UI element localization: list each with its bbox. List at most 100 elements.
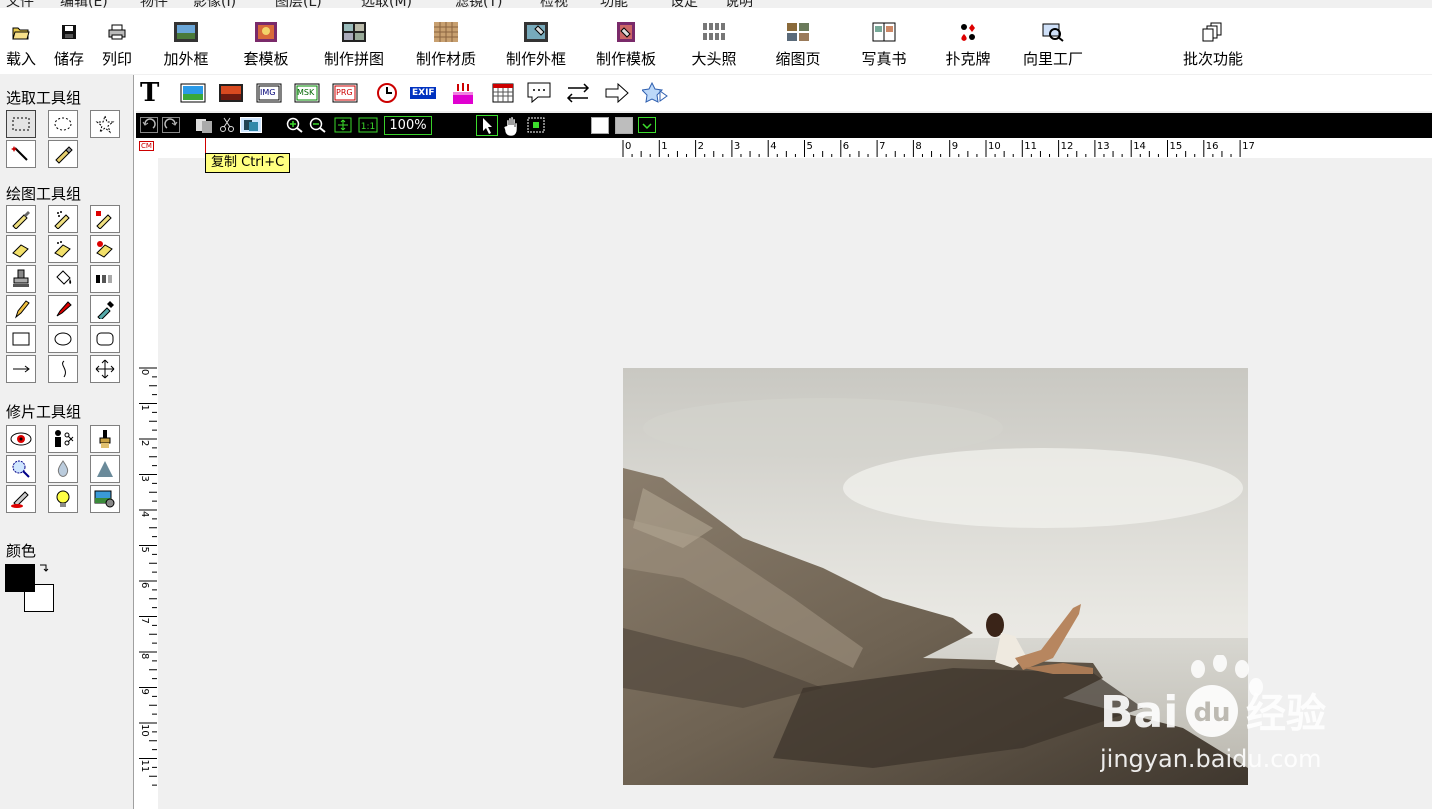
calendar-button[interactable]	[490, 80, 516, 106]
save-button[interactable]: 储存	[48, 8, 90, 74]
eyedropper-tool[interactable]	[90, 295, 120, 323]
msk-object-button[interactable]: MSK	[294, 80, 320, 106]
menu-image[interactable]: 影像(I)	[193, 0, 236, 8]
eraser-tool[interactable]	[6, 235, 36, 263]
ruler-corner[interactable]: CM	[136, 138, 158, 158]
undo-icon[interactable]	[140, 117, 158, 133]
fill-bucket-tool[interactable]	[48, 265, 78, 293]
magnifier-icon	[12, 460, 30, 478]
zoom-out-icon[interactable]	[309, 117, 327, 133]
rounded-rect-tool[interactable]	[90, 325, 120, 353]
exif-button[interactable]: EXIF	[410, 80, 436, 106]
prg-object-button[interactable]: PRG	[332, 80, 358, 106]
blur-tool[interactable]	[48, 455, 78, 483]
img-object-button[interactable]: IMG	[256, 80, 282, 106]
id-photo-button[interactable]: 大头照	[684, 8, 744, 74]
color-eraser-tool[interactable]	[90, 235, 120, 263]
menu-settings[interactable]: 设定	[670, 0, 698, 8]
magic-wand-tool[interactable]	[6, 140, 36, 168]
crop-select-icon[interactable]	[527, 117, 545, 133]
image-wizard-tool[interactable]	[90, 485, 120, 513]
poker-button[interactable]: 扑克牌	[938, 8, 998, 74]
clone-stamp-tool[interactable]	[6, 265, 36, 293]
color-brush-tool[interactable]	[90, 205, 120, 233]
sharpen-tool[interactable]	[90, 455, 120, 483]
menu-view[interactable]: 检视	[540, 0, 568, 8]
red-eye-icon	[10, 432, 32, 446]
portrait-tool[interactable]	[48, 425, 78, 453]
spray-eraser-tool[interactable]	[48, 235, 78, 263]
photo-book-button[interactable]: 写真书	[852, 8, 916, 74]
menu-object[interactable]: 物件	[140, 0, 168, 8]
watermark-brand-b: du	[1193, 698, 1230, 728]
cut-icon[interactable]	[218, 117, 236, 133]
actual-size-icon[interactable]: 1:1	[358, 117, 378, 133]
make-collage-button[interactable]: 制作拼图	[318, 8, 390, 74]
foreground-color-swatch[interactable]	[5, 564, 35, 592]
marker-tool[interactable]	[48, 295, 78, 323]
line-tool[interactable]	[6, 355, 36, 383]
move-tool[interactable]	[90, 355, 120, 383]
swap-colors-icon[interactable]	[38, 563, 50, 575]
menu-function[interactable]: 功能	[600, 0, 628, 8]
insert-photo-button[interactable]	[218, 80, 244, 106]
rectangle-icon	[12, 332, 30, 346]
white-canvas-swatch[interactable]	[591, 117, 609, 134]
hand-pan-icon[interactable]	[501, 115, 523, 136]
make-template-button[interactable]: 制作模板	[590, 8, 662, 74]
lighten-tool[interactable]	[48, 485, 78, 513]
add-frame-button[interactable]: 加外框	[156, 8, 216, 74]
redo-icon[interactable]	[162, 117, 180, 133]
smudge-tool[interactable]	[90, 425, 120, 453]
text-tool-button[interactable]: T	[140, 80, 166, 106]
lasso-select-tool[interactable]	[90, 110, 120, 138]
canvas-dropdown-icon[interactable]	[638, 117, 656, 133]
arrow-line-button[interactable]	[566, 80, 592, 106]
make-texture-button[interactable]: 制作材质	[410, 8, 482, 74]
menu-edit[interactable]: 编辑(E)	[60, 0, 108, 8]
pencil-tool[interactable]	[6, 295, 36, 323]
menu-layer[interactable]: 图层(L)	[275, 0, 322, 8]
insert-image-button[interactable]	[180, 80, 206, 106]
cake-button[interactable]	[450, 80, 476, 106]
clock-button[interactable]	[374, 80, 400, 106]
load-button[interactable]: 载入	[0, 8, 42, 74]
ruler-tick-label: 10	[988, 141, 1001, 152]
pointer-icon[interactable]	[476, 115, 498, 136]
zoom-level-field[interactable]: 100%	[384, 116, 432, 135]
red-eye-tool[interactable]	[6, 425, 36, 453]
arrow-shape-button[interactable]	[604, 80, 630, 106]
rect-select-tool[interactable]	[6, 110, 36, 138]
menu-help[interactable]: 说明	[725, 0, 753, 8]
ellipse-select-tool[interactable]	[48, 110, 78, 138]
menu-file[interactable]: 文件	[6, 0, 34, 8]
thumbnail-page-button[interactable]: 缩图页	[768, 8, 828, 74]
spray-brush-tool[interactable]	[48, 205, 78, 233]
rectangle-shape-tool[interactable]	[6, 325, 36, 353]
batch-button[interactable]: 批次功能	[1176, 8, 1250, 74]
ellipse-shape-tool[interactable]	[48, 325, 78, 353]
paint-brush-tool[interactable]	[6, 205, 36, 233]
print-button[interactable]: 列印	[96, 8, 138, 74]
ruler-tick-label: 7	[139, 618, 150, 624]
zoom-tool[interactable]	[6, 455, 36, 483]
make-frame-button[interactable]: 制作外框	[500, 8, 572, 74]
tint-brush-tool[interactable]	[6, 485, 36, 513]
menu-filter[interactable]: 滤镜(T)	[455, 0, 502, 8]
fit-window-icon[interactable]	[334, 117, 352, 133]
wizard-button[interactable]: 向里工厂	[1016, 8, 1090, 74]
speech-bubble-button[interactable]	[526, 80, 552, 106]
image-tools-icon	[94, 490, 115, 508]
menu-select[interactable]: 选取(M)	[361, 0, 412, 8]
template-editor-icon	[617, 22, 635, 42]
copy-icon[interactable]	[240, 117, 262, 133]
zoom-in-icon[interactable]	[286, 117, 304, 133]
curve-tool[interactable]	[48, 355, 78, 383]
gray-canvas-swatch[interactable]	[615, 117, 633, 134]
template-button[interactable]: 套模板	[236, 8, 296, 74]
smart-select-tool[interactable]	[48, 140, 78, 168]
gradient-tool[interactable]	[90, 265, 120, 293]
paste-icon[interactable]	[194, 117, 214, 133]
star-shape-button[interactable]	[640, 80, 668, 106]
ruler-unit-label: CM	[139, 141, 154, 151]
